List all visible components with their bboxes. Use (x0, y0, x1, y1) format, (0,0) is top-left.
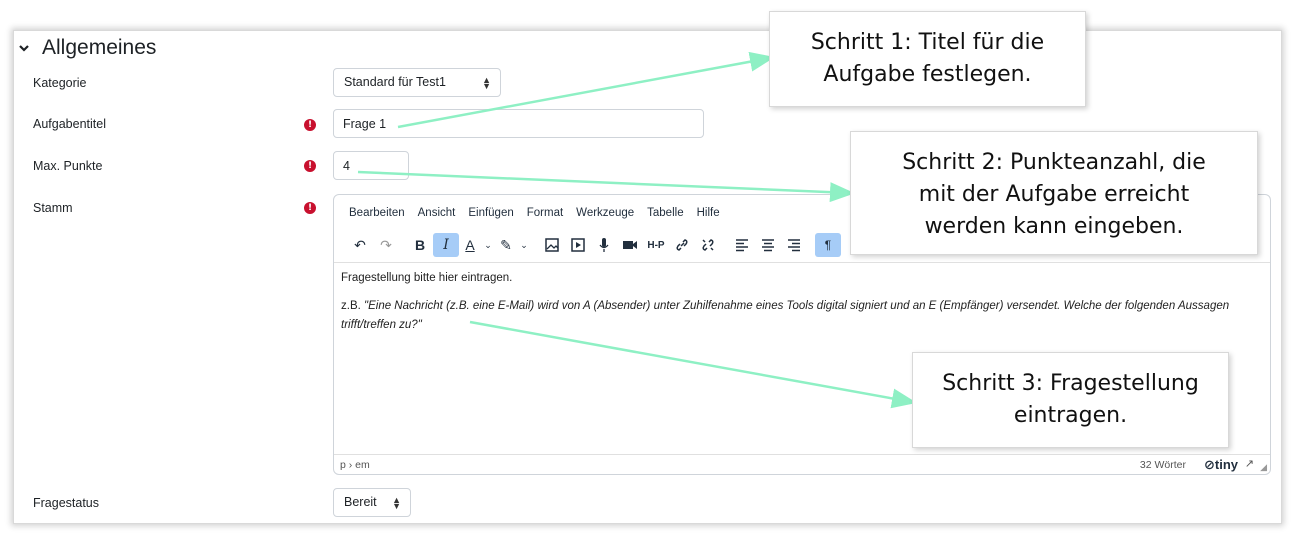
content-example: z.B. "Eine Nachricht (z.B. eine E-Mail) … (341, 297, 1251, 335)
callout-step1: Schritt 1: Titel für die Aufgabe festleg… (769, 11, 1086, 107)
microphone-icon[interactable] (591, 233, 617, 257)
tiny-brand: tiny (1214, 457, 1238, 472)
menu-help[interactable]: Hilfe (697, 207, 720, 219)
menu-format[interactable]: Format (527, 207, 563, 219)
highlight-button[interactable]: ✎ (495, 233, 517, 257)
callout-line: Schritt 3: Fragestellung (942, 371, 1199, 396)
bold-button[interactable]: B (407, 233, 433, 257)
menu-edit[interactable]: Bearbeiten (349, 207, 405, 219)
stem-label: Stamm (33, 201, 73, 215)
h5p-icon[interactable]: H-P (643, 233, 669, 257)
points-input[interactable]: 4 (333, 151, 409, 180)
menu-view[interactable]: Ansicht (418, 207, 456, 219)
callout-step2: Schritt 2: Punkteanzahl, die mit der Auf… (850, 131, 1258, 255)
callout-line: Schritt 2: Punkteanzahl, die (902, 150, 1206, 175)
editor-content[interactable]: Fragestellung bitte hier eintragen. z.B.… (341, 269, 1251, 344)
callout-line: eintragen. (1013, 403, 1128, 428)
category-label: Kategorie (33, 76, 87, 90)
status-label: Fragestatus (33, 496, 100, 510)
required-icon: ! (304, 202, 316, 214)
external-link-icon[interactable]: ↗ (1245, 457, 1254, 470)
align-center-icon[interactable] (755, 233, 781, 257)
chevron-down-icon[interactable]: ⌄ (517, 233, 531, 257)
content-line: Fragestellung bitte hier eintragen. (341, 272, 513, 284)
required-icon: ! (304, 119, 316, 131)
title-label: Aufgabentitel (33, 117, 106, 131)
status-value: Bereit (344, 495, 377, 509)
editor-menubar: Bearbeiten Ansicht Einfügen Format Werkz… (349, 207, 720, 219)
link-icon[interactable] (669, 233, 695, 257)
points-label: Max. Punkte (33, 159, 103, 173)
tiny-logo-mark: ⊘ (1203, 457, 1215, 472)
font-color-button[interactable]: A (459, 233, 481, 257)
title-value: Frage 1 (343, 117, 387, 131)
toolbar-divider (334, 262, 1270, 263)
video-camera-icon[interactable] (617, 233, 643, 257)
category-select[interactable]: Standard für Test1 ▲ ▼ (333, 68, 501, 97)
ltr-icon[interactable]: ¶ (815, 233, 841, 257)
callout-step3: Schritt 3: Fragestellung eintragen. (912, 352, 1229, 448)
unlink-icon[interactable] (695, 233, 721, 257)
menu-table[interactable]: Tabelle (647, 207, 683, 219)
section-header[interactable]: Allgemeines (18, 36, 156, 60)
callout-line: mit der Aufgabe erreicht (918, 182, 1190, 207)
image-icon[interactable] (539, 233, 565, 257)
media-icon[interactable] (565, 233, 591, 257)
callout-line: Aufgabe festlegen. (823, 62, 1032, 87)
menu-insert[interactable]: Einfügen (468, 207, 513, 219)
menu-tools[interactable]: Werkzeuge (576, 207, 634, 219)
status-select[interactable]: Bereit ▲ ▼ (333, 488, 411, 517)
undo-icon[interactable]: ↶ (347, 233, 373, 257)
tiny-logo[interactable]: ⊘tiny (1204, 457, 1238, 473)
resize-handle-icon[interactable]: ◢ (1260, 462, 1267, 473)
callout-line: werden kann eingeben. (924, 214, 1184, 239)
word-count[interactable]: 32 Wörter (1140, 459, 1186, 471)
editor-statusbar: p › em 32 Wörter ⊘tiny ↗ ◢ (334, 454, 1270, 474)
example-text: "Eine Nachricht (z.B. eine E-Mail) wird … (341, 300, 1230, 331)
title-input[interactable]: Frage 1 (333, 109, 704, 138)
example-prefix: z.B. (341, 300, 365, 312)
points-value: 4 (343, 159, 350, 173)
select-caret-icon: ▲ ▼ (392, 495, 401, 511)
align-right-icon[interactable] (781, 233, 807, 257)
select-caret-icon: ▲ ▼ (482, 75, 491, 91)
category-value: Standard für Test1 (344, 75, 446, 89)
chevron-down-icon[interactable] (18, 42, 30, 54)
section-title: Allgemeines (42, 36, 157, 59)
chevron-down-icon[interactable]: ⌄ (481, 233, 495, 257)
redo-icon[interactable]: ↷ (373, 233, 399, 257)
italic-button[interactable]: I (433, 233, 459, 257)
required-icon: ! (304, 160, 316, 172)
align-left-icon[interactable] (729, 233, 755, 257)
editor-toolbar: ↶ ↷ B I A ⌄ ✎ ⌄ H-P ¶ (347, 233, 841, 257)
element-path[interactable]: p › em (340, 459, 370, 471)
callout-line: Schritt 1: Titel für die (810, 30, 1045, 55)
